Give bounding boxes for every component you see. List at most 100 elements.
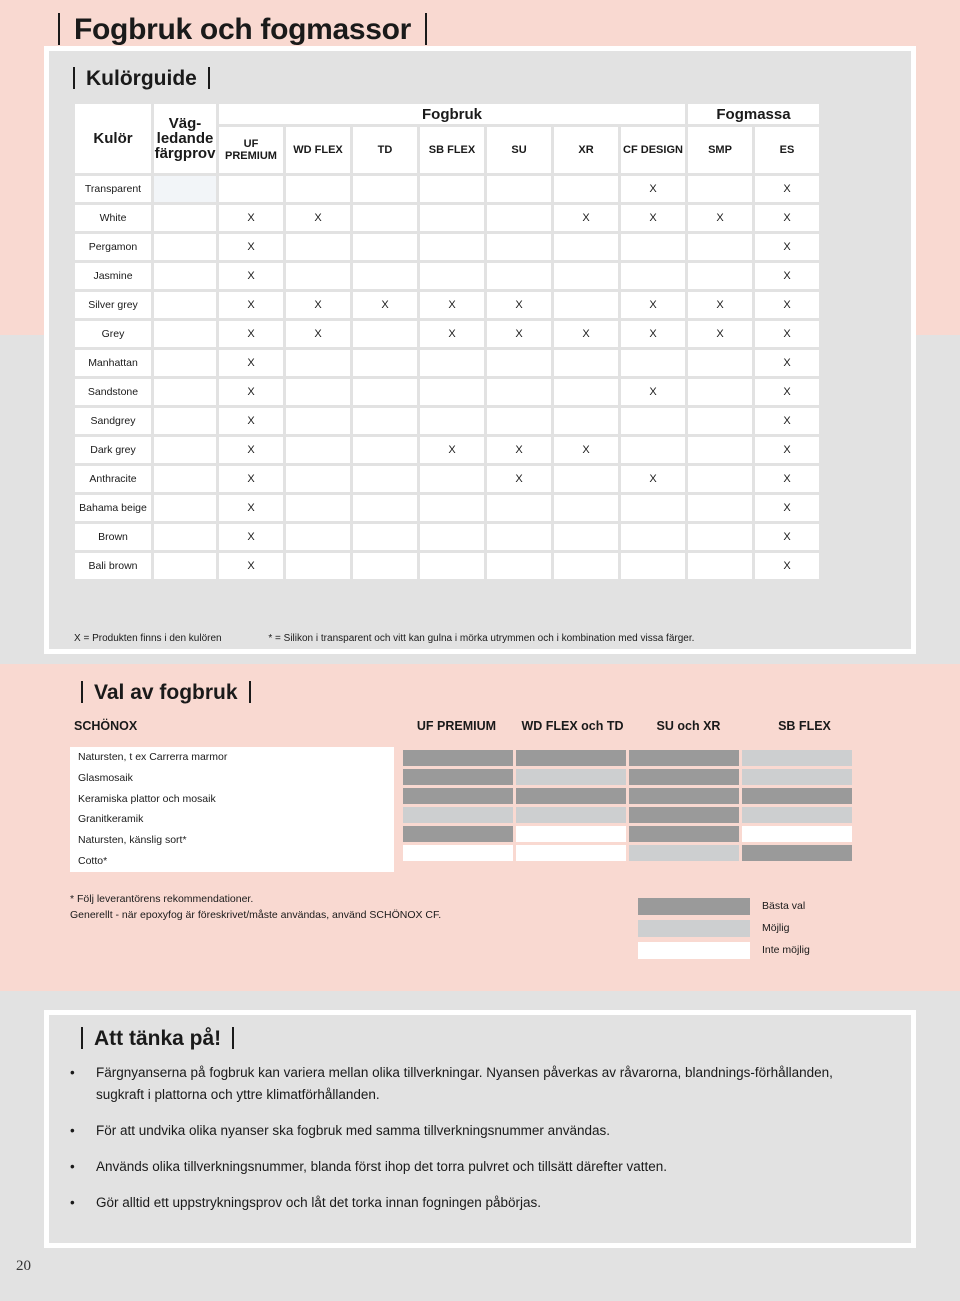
kulor-mark-cell	[286, 176, 350, 202]
heading-rule-left	[81, 1027, 83, 1049]
kulor-mark-cell	[688, 176, 752, 202]
kulor-mark-cell: X	[621, 292, 685, 318]
val-matrix-row	[403, 750, 852, 766]
kulor-mark-cell: X	[286, 205, 350, 231]
kulor-mark-cell	[487, 350, 551, 376]
val-matrix-cell	[403, 807, 513, 823]
list-item-text: Färgnyanserna på fogbruk kan variera mel…	[96, 1065, 833, 1102]
bullet-icon: •	[70, 1195, 75, 1210]
val-matrix-cell	[742, 826, 852, 842]
val-matrix-cell	[516, 826, 626, 842]
table-row: Brown X X	[75, 524, 819, 550]
val-header-row: SCHÖNOX UF PREMIUM WD FLEX och TD SU och…	[70, 719, 888, 743]
tips-list: • Färgnyanserna på fogbruk kan variera me…	[64, 1062, 874, 1228]
val-av-fogbruk-heading: Val av fogbruk	[70, 676, 262, 710]
kulor-mark-cell: X	[755, 263, 819, 289]
kulor-mark-cell	[353, 263, 417, 289]
kulor-name-cell: White	[75, 205, 151, 231]
val-av-fogbruk-table: SCHÖNOX UF PREMIUM WD FLEX och TD SU och…	[70, 719, 888, 872]
val-note-2: Generellt - när epoxyfog är föreskrivet/…	[70, 909, 442, 921]
kulor-mark-cell	[487, 495, 551, 521]
kulor-mark-cell: X	[755, 495, 819, 521]
kulor-mark-cell: X	[219, 234, 283, 260]
kulor-mark-cell	[621, 524, 685, 550]
val-row-label: Keramiska plattor och mosaik	[78, 792, 216, 805]
table-row: Silver grey X X X X X X X X	[75, 292, 819, 318]
kulor-mark-cell	[621, 495, 685, 521]
kulor-mark-cell: X	[755, 292, 819, 318]
kulor-mark-cell	[688, 379, 752, 405]
kulor-mark-cell	[554, 379, 618, 405]
kulor-name-cell: Grey	[75, 321, 151, 347]
kulor-mark-cell: X	[219, 495, 283, 521]
table-row: Pergamon X X	[75, 234, 819, 260]
col-header-sb-flex: SB FLEX	[420, 127, 484, 173]
kulor-name-cell: Sandstone	[75, 379, 151, 405]
val-matrix-row	[403, 845, 852, 861]
att-tanka-pa-heading: Att tänka på!	[70, 1022, 245, 1056]
kulor-name-cell: Brown	[75, 524, 151, 550]
kulor-swatch-cell	[154, 495, 216, 521]
val-row-label: Granitkeramik	[78, 813, 144, 826]
list-item-text: Gör alltid ett uppstrykningsprov och låt…	[96, 1195, 542, 1210]
kulor-mark-cell	[621, 408, 685, 434]
kulor-mark-cell: X	[219, 379, 283, 405]
val-heading-text: Val av fogbruk	[94, 681, 238, 704]
kulor-mark-cell: X	[487, 292, 551, 318]
val-legend-label: Möjlig	[762, 922, 790, 934]
kulor-mark-cell: X	[755, 408, 819, 434]
kulor-mark-cell: X	[219, 205, 283, 231]
kulor-mark-cell	[688, 466, 752, 492]
kulor-mark-cell: X	[219, 321, 283, 347]
kulor-mark-cell: X	[219, 524, 283, 550]
table-row: Manhattan X X	[75, 350, 819, 376]
kulor-mark-cell	[420, 553, 484, 579]
kulor-mark-cell	[688, 437, 752, 463]
val-matrix-cell	[403, 788, 513, 804]
kulor-mark-cell: X	[621, 176, 685, 202]
kulor-table-head: Kulör Väg-ledande färgprov Fogbruk Fogmas…	[75, 104, 819, 173]
col-header-kulor: Kulör	[75, 104, 151, 173]
val-matrix-row	[403, 826, 852, 842]
kulor-name-cell: Bahama beige	[75, 495, 151, 521]
kulor-mark-cell	[420, 524, 484, 550]
kulor-mark-cell	[286, 437, 350, 463]
val-matrix-body	[403, 750, 852, 861]
col-header-smp: SMP	[688, 127, 752, 173]
list-item: • För att undvika olika nyanser ska fogbr…	[64, 1120, 874, 1142]
kulor-group-header-row: Kulör Väg-ledande färgprov Fogbruk Fogmas…	[75, 104, 819, 173]
kulor-mark-cell: X	[688, 321, 752, 347]
kulor-mark-cell	[420, 176, 484, 202]
kulor-mark-cell	[420, 205, 484, 231]
kulor-mark-cell	[286, 495, 350, 521]
kulor-mark-cell: X	[487, 466, 551, 492]
col-header-td: TD	[353, 127, 417, 173]
title-rule-left	[58, 13, 60, 45]
kulor-mark-cell	[353, 466, 417, 492]
kulor-mark-cell: X	[353, 292, 417, 318]
kulor-mark-cell: X	[755, 321, 819, 347]
table-row: Anthracite X X X X	[75, 466, 819, 492]
kulor-mark-cell: X	[286, 321, 350, 347]
val-matrix-cell	[516, 788, 626, 804]
col-header-es: ES	[755, 127, 819, 173]
kulor-mark-cell	[353, 234, 417, 260]
table-row: Dark grey X X X X X	[75, 437, 819, 463]
kulor-swatch-cell	[154, 437, 216, 463]
list-item-text: För att undvika olika nyanser ska fogbru…	[96, 1123, 610, 1138]
heading-rule-left	[81, 681, 83, 703]
col-header-cf-design: CF DESIGN	[621, 127, 685, 173]
kulor-swatch-cell	[154, 466, 216, 492]
kulor-swatch-cell	[154, 234, 216, 260]
val-matrix-cell	[742, 788, 852, 804]
kulor-mark-cell	[353, 321, 417, 347]
bullet-icon: •	[70, 1123, 75, 1138]
val-matrix-cell	[516, 750, 626, 766]
kulor-mark-cell	[286, 466, 350, 492]
kulor-mark-cell	[219, 176, 283, 202]
val-matrix-cell	[629, 788, 739, 804]
kulor-mark-cell	[554, 466, 618, 492]
kulor-mark-cell: X	[420, 321, 484, 347]
val-matrix-row	[403, 807, 852, 823]
kulor-mark-cell: X	[487, 321, 551, 347]
